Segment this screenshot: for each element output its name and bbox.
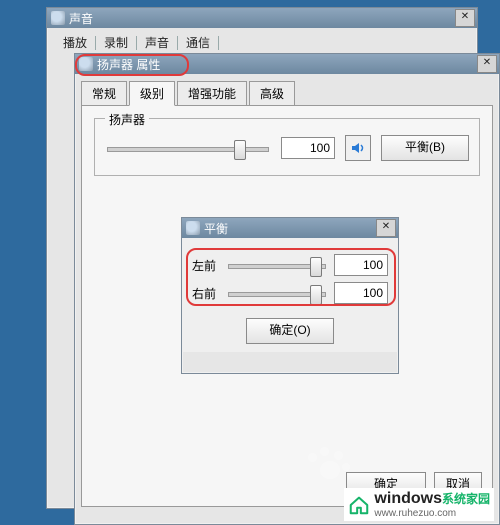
balance-titlebar: 平衡 ✕ <box>182 218 398 238</box>
tab-playback[interactable]: 播放 <box>55 34 95 51</box>
left-front-slider[interactable] <box>226 255 328 275</box>
footer-sub: 系统家园 <box>442 492 490 506</box>
close-icon[interactable]: ✕ <box>455 9 475 27</box>
footer-logo: windows系统家园 www.ruhezuo.com <box>344 488 494 521</box>
tab-sounds[interactable]: 声音 <box>137 34 177 51</box>
mute-button[interactable] <box>345 135 371 161</box>
right-front-slider[interactable] <box>226 283 328 303</box>
speaker-group-title: 扬声器 <box>105 111 149 128</box>
balance-body: 左前 100 右前 100 确定(O) <box>182 238 398 352</box>
speaker-icon <box>79 57 93 71</box>
balance-title: 平衡 <box>204 220 376 237</box>
left-front-label: 左前 <box>192 257 220 274</box>
balance-button[interactable]: 平衡(B) <box>381 135 469 161</box>
props-titlebar: 扬声器 属性 ✕ <box>75 54 499 74</box>
balance-icon <box>186 221 200 235</box>
right-channel-row: 右前 100 <box>192 282 388 304</box>
close-icon[interactable]: ✕ <box>477 55 497 73</box>
tab-enhance[interactable]: 增强功能 <box>177 81 247 106</box>
props-title: 扬声器 属性 <box>97 56 477 73</box>
volume-icon <box>350 140 366 156</box>
props-tabs: 常规 级别 增强功能 高级 <box>75 74 499 105</box>
tab-general[interactable]: 常规 <box>81 81 127 106</box>
footer-domain: www.ruhezuo.com <box>374 508 490 519</box>
right-front-value: 100 <box>334 282 388 304</box>
right-front-label: 右前 <box>192 285 220 302</box>
balance-ok-row: 确定(O) <box>192 310 388 346</box>
tab-levels[interactable]: 级别 <box>129 81 175 106</box>
left-front-value: 100 <box>334 254 388 276</box>
master-volume-slider[interactable] <box>105 138 271 158</box>
sound-titlebar: 声音 ✕ <box>47 8 477 28</box>
tab-separator <box>218 36 219 50</box>
balance-dialog: 平衡 ✕ 左前 100 右前 100 确定(O) <box>181 217 399 374</box>
tab-advanced[interactable]: 高级 <box>249 81 295 106</box>
tab-comm[interactable]: 通信 <box>178 34 218 51</box>
master-volume-row: 100 平衡(B) <box>105 135 469 161</box>
footer-brand: windows <box>374 490 442 507</box>
master-volume-value: 100 <box>281 137 335 159</box>
balance-ok-button[interactable]: 确定(O) <box>246 318 334 344</box>
house-icon <box>348 494 370 516</box>
sound-icon <box>51 11 65 25</box>
left-channel-row: 左前 100 <box>192 254 388 276</box>
speaker-group: 扬声器 100 平衡(B) <box>94 118 480 176</box>
close-icon[interactable]: ✕ <box>376 219 396 237</box>
sound-title: 声音 <box>69 10 455 27</box>
paw-watermark <box>304 445 350 485</box>
tab-recording[interactable]: 录制 <box>96 34 136 51</box>
